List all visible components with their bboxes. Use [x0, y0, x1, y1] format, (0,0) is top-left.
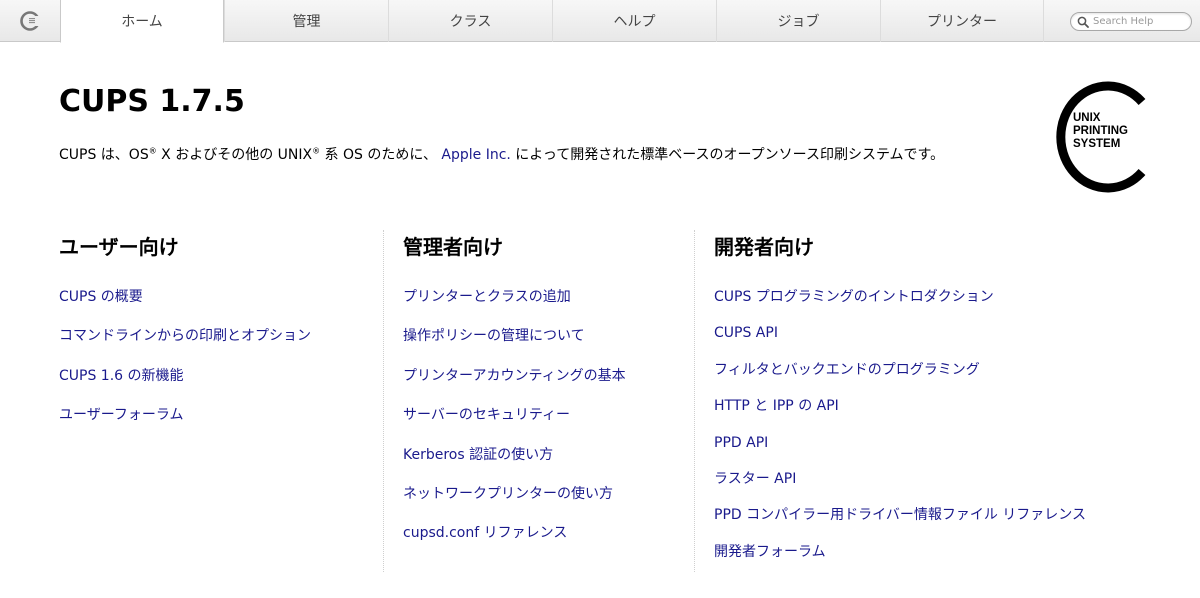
page-title: CUPS 1.7.5	[59, 84, 245, 119]
admin-link-list: プリンターとクラスの追加 操作ポリシーの管理について プリンターアカウンティング…	[403, 286, 693, 562]
column-heading-dev: 開発者向け	[714, 235, 814, 259]
link-security[interactable]: サーバーのセキュリティー	[403, 407, 570, 423]
list-item: HTTP と IPP の API	[714, 395, 1164, 431]
list-item: cupsd.conf リファレンス	[403, 522, 693, 561]
top-nav-bar: ホーム 管理 クラス ヘルプ ジョブ プリンター	[0, 0, 1200, 43]
link-network-printers[interactable]: ネットワークプリンターの使い方	[403, 486, 613, 502]
list-item: プリンターアカウンティングの基本	[403, 365, 693, 404]
link-cupsd-conf[interactable]: cupsd.conf リファレンス	[403, 525, 567, 541]
apple-link[interactable]: Apple Inc.	[441, 147, 510, 163]
tab-printers[interactable]: プリンター	[880, 0, 1044, 42]
link-whats-new[interactable]: CUPS 1.6 の新機能	[59, 368, 184, 384]
list-item: ネットワークプリンターの使い方	[403, 483, 693, 522]
user-link-list: CUPS の概要 コマンドラインからの印刷とオプション CUPS 1.6 の新機…	[59, 286, 381, 444]
tab-jobs[interactable]: ジョブ	[716, 0, 880, 42]
list-item: CUPS の概要	[59, 286, 381, 325]
column-heading-admin: 管理者向け	[403, 235, 503, 259]
search-input[interactable]	[1093, 16, 1187, 27]
link-policies[interactable]: 操作ポリシーの管理について	[403, 328, 585, 344]
link-raster-api[interactable]: ラスター API	[714, 471, 796, 487]
tab-classes[interactable]: クラス	[388, 0, 552, 42]
link-filters-backends[interactable]: フィルタとバックエンドのプログラミング	[714, 362, 980, 378]
logo-text-system: SYSTEM	[1073, 138, 1120, 150]
link-accounting[interactable]: プリンターアカウンティングの基本	[403, 368, 626, 384]
list-item: コマンドラインからの印刷とオプション	[59, 325, 381, 364]
link-command-line-printing[interactable]: コマンドラインからの印刷とオプション	[59, 328, 311, 344]
logo-text-printing: PRINTING	[1073, 125, 1128, 137]
list-item: PPD コンパイラー用ドライバー情報ファイル リファレンス	[714, 504, 1164, 540]
search-box[interactable]	[1070, 12, 1192, 31]
link-http-ipp-api[interactable]: HTTP と IPP の API	[714, 398, 839, 414]
link-kerberos[interactable]: Kerberos 認証の使い方	[403, 447, 553, 463]
nav-tabs: ホーム 管理 クラス ヘルプ ジョブ プリンター	[60, 0, 1044, 43]
link-cups-api[interactable]: CUPS API	[714, 325, 778, 341]
tab-admin[interactable]: 管理	[224, 0, 388, 42]
link-add-printers[interactable]: プリンターとクラスの追加	[403, 289, 571, 305]
list-item: PPD API	[714, 432, 1164, 468]
column-user: ユーザー向け CUPS の概要 コマンドラインからの印刷とオプション CUPS …	[59, 230, 381, 444]
column-heading-user: ユーザー向け	[59, 235, 179, 259]
list-item: ラスター API	[714, 468, 1164, 504]
list-item: CUPS プログラミングのイントロダクション	[714, 286, 1164, 322]
tab-home[interactable]: ホーム	[60, 0, 224, 43]
list-item: プリンターとクラスの追加	[403, 286, 693, 325]
unix-printing-system-logo: UNIX PRINTING SYSTEM	[1056, 81, 1146, 193]
link-user-forum[interactable]: ユーザーフォーラム	[59, 407, 183, 423]
column-admin: 管理者向け プリンターとクラスの追加 操作ポリシーの管理について プリンターアカ…	[383, 230, 693, 572]
logo-text-unix: UNIX	[1073, 112, 1101, 124]
link-ppd-compiler[interactable]: PPD コンパイラー用ドライバー情報ファイル リファレンス	[714, 507, 1086, 523]
list-item: Kerberos 認証の使い方	[403, 444, 693, 483]
list-item: 開発者フォーラム	[714, 541, 1164, 577]
cups-home-logo-icon[interactable]	[0, 0, 60, 42]
link-cups-overview[interactable]: CUPS の概要	[59, 289, 143, 305]
column-dev: 開発者向け CUPS プログラミングのイントロダクション CUPS API フィ…	[694, 230, 1164, 572]
tab-help[interactable]: ヘルプ	[552, 0, 716, 42]
list-item: CUPS 1.6 の新機能	[59, 365, 381, 404]
link-developer-forum[interactable]: 開発者フォーラム	[714, 544, 826, 560]
intro-text: CUPS は、OS® X およびその他の UNIX® 系 OS のために、 Ap…	[59, 146, 945, 163]
link-ppd-api[interactable]: PPD API	[714, 435, 768, 451]
list-item: ユーザーフォーラム	[59, 404, 381, 443]
list-item: 操作ポリシーの管理について	[403, 325, 693, 364]
search-icon	[1077, 16, 1089, 28]
list-item: サーバーのセキュリティー	[403, 404, 693, 443]
link-programming-intro[interactable]: CUPS プログラミングのイントロダクション	[714, 289, 994, 305]
list-item: フィルタとバックエンドのプログラミング	[714, 359, 1164, 395]
list-item: CUPS API	[714, 322, 1164, 358]
dev-link-list: CUPS プログラミングのイントロダクション CUPS API フィルタとバック…	[714, 286, 1164, 577]
